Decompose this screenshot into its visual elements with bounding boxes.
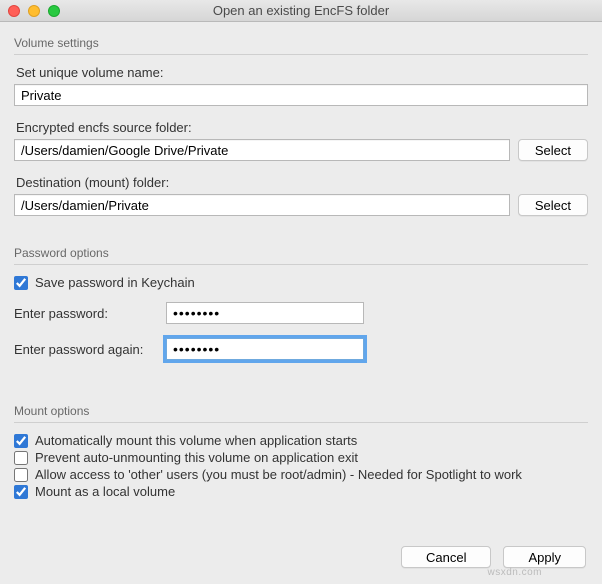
enter-password-input[interactable] [166, 302, 364, 324]
enter-password-again-input[interactable] [166, 338, 364, 360]
footer: Cancel Apply [401, 546, 586, 568]
label-source-folder: Encrypted encfs source folder: [16, 120, 588, 135]
save-keychain-checkbox[interactable] [14, 276, 28, 290]
allow-other-label[interactable]: Allow access to 'other' users (you must … [35, 467, 522, 482]
volume-name-input[interactable] [14, 84, 588, 106]
dest-folder-input[interactable] [14, 194, 510, 216]
save-keychain-label[interactable]: Save password in Keychain [35, 275, 195, 290]
titlebar: Open an existing EncFS folder [0, 0, 602, 22]
divider [14, 54, 588, 55]
group-volume-settings: Volume settings Set unique volume name: … [14, 36, 588, 216]
divider [14, 422, 588, 423]
minimize-icon[interactable] [28, 5, 40, 17]
zoom-icon[interactable] [48, 5, 60, 17]
source-folder-input[interactable] [14, 139, 510, 161]
cancel-button[interactable]: Cancel [401, 546, 491, 568]
label-volume-name: Set unique volume name: [16, 65, 588, 80]
select-dest-button[interactable]: Select [518, 194, 588, 216]
apply-button[interactable]: Apply [503, 546, 586, 568]
group-password-options: Password options Save password in Keycha… [14, 246, 588, 360]
group-title-mount: Mount options [14, 404, 588, 418]
window-controls [8, 5, 60, 17]
select-source-button[interactable]: Select [518, 139, 588, 161]
local-volume-label[interactable]: Mount as a local volume [35, 484, 175, 499]
label-dest-folder: Destination (mount) folder: [16, 175, 588, 190]
group-title-volume: Volume settings [14, 36, 588, 50]
auto-mount-checkbox[interactable] [14, 434, 28, 448]
group-mount-options: Mount options Automatically mount this v… [14, 404, 588, 499]
label-enter-password: Enter password: [14, 306, 158, 321]
divider [14, 264, 588, 265]
allow-other-checkbox[interactable] [14, 468, 28, 482]
auto-mount-label[interactable]: Automatically mount this volume when app… [35, 433, 357, 448]
prevent-unmount-checkbox[interactable] [14, 451, 28, 465]
label-enter-password-again: Enter password again: [14, 342, 158, 357]
watermark: wsxdn.com [487, 567, 542, 578]
local-volume-checkbox[interactable] [14, 485, 28, 499]
group-title-password: Password options [14, 246, 588, 260]
prevent-unmount-label[interactable]: Prevent auto-unmounting this volume on a… [35, 450, 358, 465]
close-icon[interactable] [8, 5, 20, 17]
window-title: Open an existing EncFS folder [0, 3, 602, 18]
